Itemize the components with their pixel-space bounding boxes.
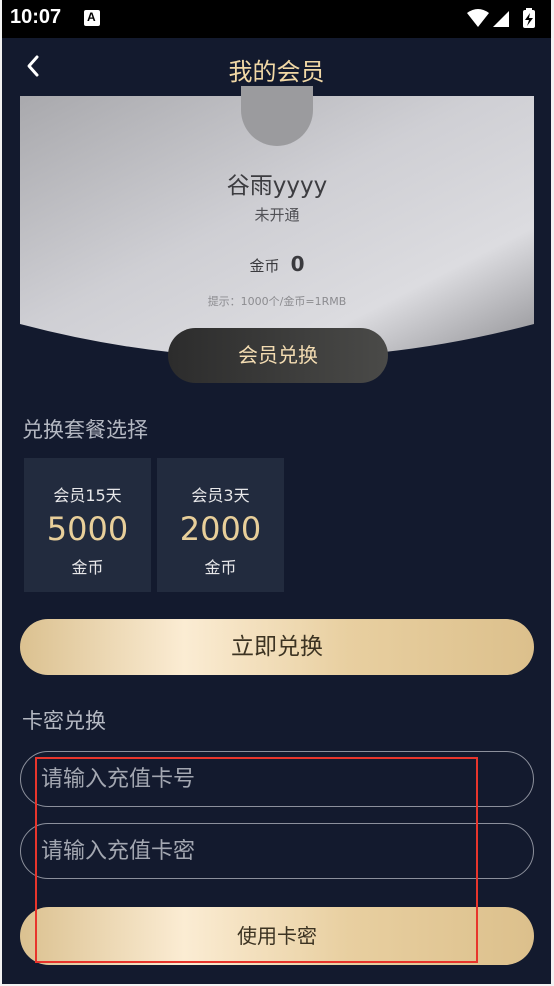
member-status: 未开通 bbox=[254, 206, 300, 224]
card-number-input[interactable] bbox=[39, 752, 513, 807]
package-price: 2000 bbox=[179, 510, 262, 548]
coins-row: 金币 0 bbox=[20, 252, 534, 276]
member-redeem-button[interactable]: 会员兑换 bbox=[168, 328, 388, 383]
redeem-now-button[interactable]: 立即兑换 bbox=[20, 619, 534, 675]
battery-charging-icon bbox=[523, 8, 535, 28]
package-unit: 金币 bbox=[204, 558, 237, 577]
coins-label: 金币 bbox=[249, 257, 280, 275]
wifi-icon bbox=[467, 9, 489, 27]
package-name: 会员15天 bbox=[53, 486, 122, 505]
coins-value: 0 bbox=[290, 252, 305, 276]
package-price: 5000 bbox=[46, 510, 129, 548]
status-time: 10:07 bbox=[10, 6, 62, 28]
status-bar: 10:07 bbox=[2, 0, 551, 38]
package-item-15-days[interactable]: 会员15天 5000 金币 bbox=[24, 458, 151, 592]
page-title: 我的会员 bbox=[228, 58, 325, 86]
member-card: 谷雨yyyy 未开通 金币 0 提示：1000个/金币=1RMB bbox=[20, 86, 534, 356]
package-item-3-days[interactable]: 会员3天 2000 金币 bbox=[157, 458, 284, 592]
use-card-button[interactable]: 使用卡密 bbox=[20, 907, 534, 965]
signal-icon bbox=[493, 11, 509, 27]
package-name: 会员3天 bbox=[191, 486, 250, 505]
card-section-title: 卡密兑换 bbox=[22, 709, 106, 733]
card-password-field[interactable] bbox=[20, 823, 534, 879]
exchange-rate-hint: 提示：1000个/金币=1RMB bbox=[207, 295, 347, 308]
username: 谷雨yyyy bbox=[226, 173, 328, 199]
packages-section-title: 兑换套餐选择 bbox=[22, 418, 148, 442]
status-icons bbox=[467, 8, 535, 28]
card-number-field[interactable] bbox=[20, 751, 534, 807]
a-notification-icon bbox=[84, 10, 100, 26]
package-unit: 金币 bbox=[71, 558, 104, 577]
card-password-input[interactable] bbox=[39, 824, 513, 879]
screen: 10:07 我的会员 bbox=[2, 0, 551, 984]
